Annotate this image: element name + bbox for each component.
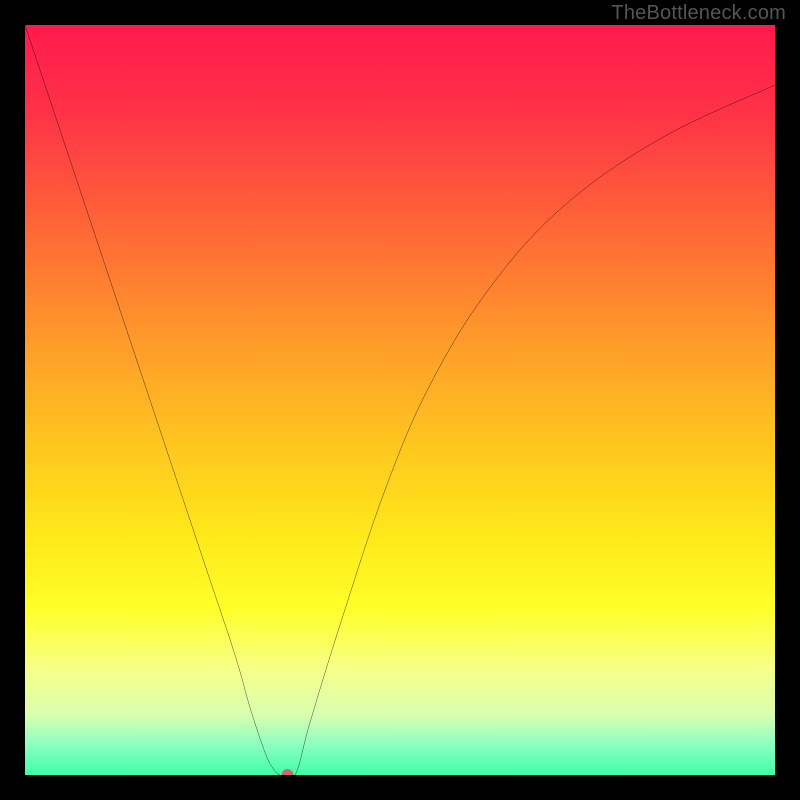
optimum-marker [25,25,775,775]
watermark-label: TheBottleneck.com [611,2,786,25]
plot-area [25,25,775,775]
chart-page: TheBottleneck.com [0,0,800,800]
